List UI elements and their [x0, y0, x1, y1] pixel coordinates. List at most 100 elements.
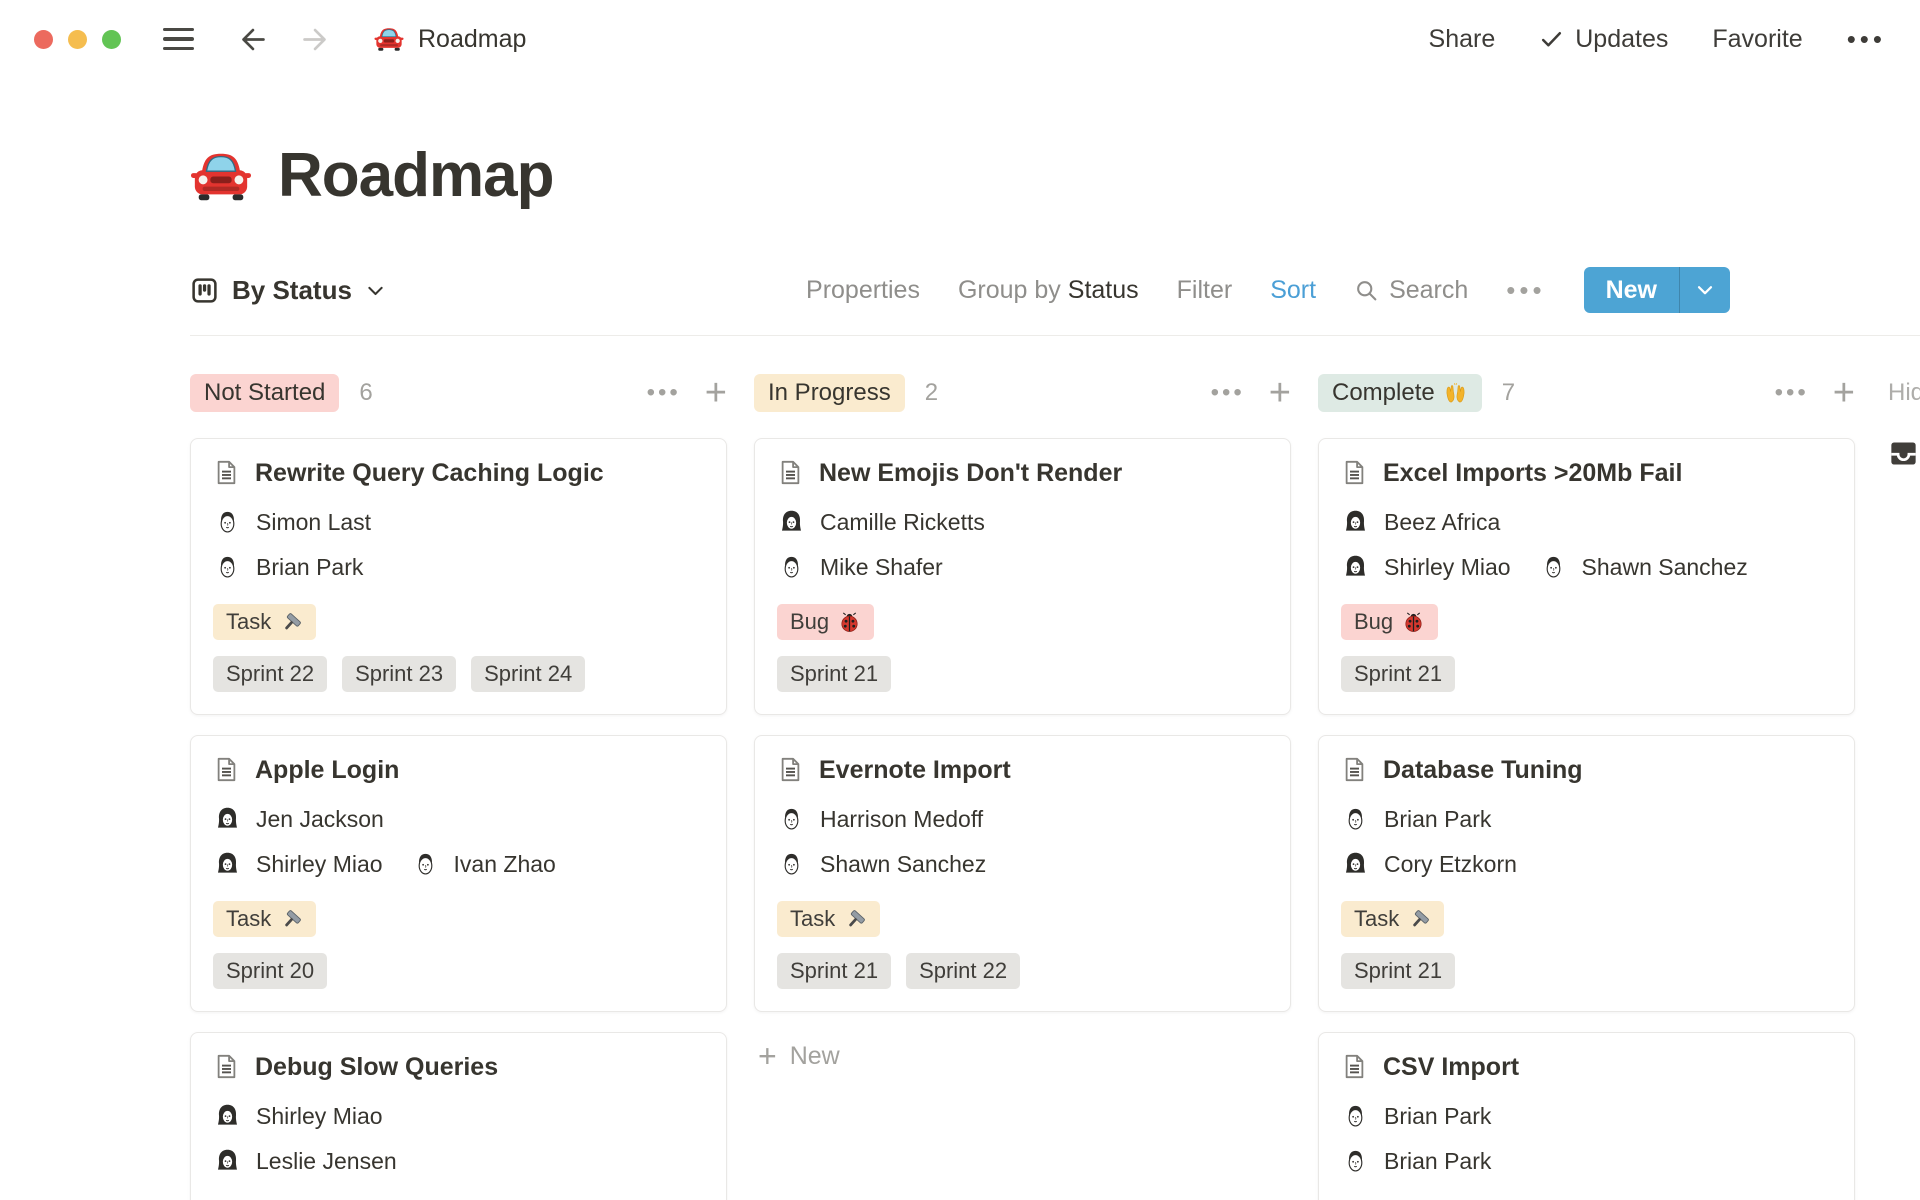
tag-label: Task: [226, 906, 272, 931]
view-more-options-icon[interactable]: •••: [1506, 277, 1545, 303]
group-by-button[interactable]: Group by Status: [958, 276, 1139, 305]
chevron-down-icon: [365, 280, 386, 301]
board-card[interactable]: Excel Imports >20Mb Fail Beez Africa Shirl…: [1318, 438, 1855, 715]
board-card[interactable]: Debug Slow Queries Shirley Miao Leslie Jen…: [190, 1032, 727, 1200]
column-status-badge[interactable]: In Progress: [754, 374, 905, 412]
view-controls-bar: By Status Properties Group by Status Fil…: [190, 267, 1920, 336]
filter-button[interactable]: Filter: [1177, 276, 1233, 305]
raised-hands-icon: [1443, 381, 1468, 406]
column-header: Not Started 6 ••• +: [190, 372, 727, 414]
card-title-text: Apple Login: [255, 756, 400, 784]
sort-button[interactable]: Sort: [1270, 276, 1316, 305]
hidden-groups-label: Hidden groups: [1888, 379, 1920, 406]
board-column: In Progress 2 ••• + New Emojis Don't Render C…: [754, 372, 1291, 1080]
zoom-button[interactable]: [102, 29, 121, 49]
assignee-name: Shawn Sanchez: [1581, 554, 1748, 580]
back-arrow-icon[interactable]: [238, 24, 269, 55]
tag-row: Task: [777, 901, 1268, 937]
search-label: Search: [1389, 275, 1469, 304]
forward-arrow-icon[interactable]: [299, 24, 330, 55]
column-options-icon[interactable]: •••: [1211, 379, 1245, 407]
tag-pill: Task: [1341, 901, 1445, 937]
column-add-card-icon[interactable]: +: [1269, 374, 1291, 412]
assignee: Beez Africa: [1341, 508, 1500, 537]
sprint-pill: Sprint 21: [1341, 656, 1456, 692]
new-card-button[interactable]: + New: [754, 1032, 1291, 1080]
avatar-woman-icon: [213, 1147, 242, 1176]
column-add-card-icon[interactable]: +: [1833, 374, 1855, 412]
sprint-pill: Sprint 22: [213, 656, 328, 692]
page-icon: [1341, 1053, 1368, 1080]
sidebar-menu-icon[interactable]: [163, 27, 194, 51]
assignee-row: Brian Park: [1341, 1147, 1832, 1176]
view-name: By Status: [232, 274, 352, 305]
hammer-icon: [844, 908, 867, 931]
assignee: Brian Park: [1341, 805, 1491, 834]
view-selector[interactable]: By Status: [190, 275, 386, 306]
card-title: Debug Slow Queries: [213, 1053, 704, 1082]
updates-button[interactable]: Updates: [1539, 25, 1668, 54]
assignee: Simon Last: [213, 508, 371, 537]
board-card[interactable]: Evernote Import Harrison Medoff Shawn Sanc…: [754, 735, 1291, 1012]
assignee-row: Jen Jackson: [213, 805, 704, 834]
board-card[interactable]: Rewrite Query Caching Logic Simon Last Bri…: [190, 438, 727, 715]
board-column: Complete 7 ••• + Excel Imports >20Mb Fail Bee…: [1318, 372, 1855, 1200]
board-column: Not Started 6 ••• + Rewrite Query Caching Lo…: [190, 372, 727, 1200]
card-title-text: Evernote Import: [819, 756, 1011, 784]
column-status-badge[interactable]: Not Started: [190, 374, 340, 412]
avatar-woman-icon: [213, 805, 242, 834]
hidden-group-no-status[interactable]: No Status: [1888, 438, 1920, 469]
avatar-man-icon: [411, 850, 440, 879]
close-button[interactable]: [34, 29, 53, 49]
favorite-button[interactable]: Favorite: [1712, 25, 1802, 54]
tag-pill: Bug: [777, 604, 875, 640]
new-button-label[interactable]: New: [1584, 276, 1679, 305]
column-status-label: Complete: [1332, 379, 1435, 406]
share-button[interactable]: Share: [1429, 25, 1496, 54]
column-options-icon[interactable]: •••: [1775, 379, 1809, 407]
column-options-icon[interactable]: •••: [647, 379, 681, 407]
tag-label: Bug: [1354, 609, 1394, 634]
more-options-icon[interactable]: •••: [1847, 26, 1886, 52]
card-title-text: CSV Import: [1383, 1053, 1520, 1081]
assignee-row: Brian Park: [213, 553, 704, 582]
sprint-pill: Sprint 22: [906, 953, 1021, 989]
new-button[interactable]: New: [1583, 267, 1730, 313]
assignee-name: Brian Park: [256, 554, 364, 580]
card-title-text: Rewrite Query Caching Logic: [255, 459, 604, 487]
column-add-card-icon[interactable]: +: [705, 374, 727, 412]
tag-pill: Task: [777, 901, 881, 937]
page-title-text[interactable]: Roadmap: [278, 140, 554, 211]
assignee: Ivan Zhao: [411, 850, 556, 879]
search-icon: [1354, 278, 1379, 303]
red-car-emoji: [374, 24, 404, 54]
new-dropdown-chevron-icon[interactable]: [1680, 279, 1730, 301]
group-by-label: Group by: [957, 275, 1061, 304]
properties-button[interactable]: Properties: [806, 276, 920, 305]
assignee-row: Leslie Jensen: [213, 1147, 704, 1176]
page-icon: [213, 459, 240, 486]
sprint-row: Sprint 21: [1341, 656, 1832, 692]
assignee-name: Cory Etzkorn: [1384, 851, 1517, 877]
assignee: Leslie Jensen: [213, 1147, 397, 1176]
board-card[interactable]: New Emojis Don't Render Camille Ricketts M…: [754, 438, 1291, 715]
column-header: In Progress 2 ••• +: [754, 372, 1291, 414]
column-actions: ••• +: [1211, 374, 1291, 412]
page-icon: [777, 459, 804, 486]
search-button[interactable]: Search: [1354, 276, 1468, 305]
card-title-text: Excel Imports >20Mb Fail: [1383, 459, 1683, 487]
board-card[interactable]: Apple Login Jen Jackson Shirley Miao Ivan Z…: [190, 735, 727, 1012]
avatar-woman-icon: [777, 508, 806, 537]
assignee-row: Cory Etzkorn: [1341, 850, 1832, 879]
minimize-button[interactable]: [68, 29, 87, 49]
assignee-row: Shirley Miao Shawn Sanchez: [1341, 553, 1832, 582]
assignee-name: Shirley Miao: [256, 1103, 383, 1129]
sprint-pill: Sprint 21: [777, 953, 892, 989]
red-car-emoji[interactable]: [190, 145, 252, 207]
board-card[interactable]: Database Tuning Brian Park Cory Etzkorn Tas…: [1318, 735, 1855, 1012]
column-count: 2: [924, 379, 939, 406]
board-card[interactable]: CSV Import Brian Park Brian Park: [1318, 1032, 1855, 1200]
breadcrumb[interactable]: Roadmap: [374, 24, 526, 54]
column-status-badge[interactable]: Complete: [1318, 374, 1482, 412]
assignee-row: Simon Last: [213, 508, 704, 537]
